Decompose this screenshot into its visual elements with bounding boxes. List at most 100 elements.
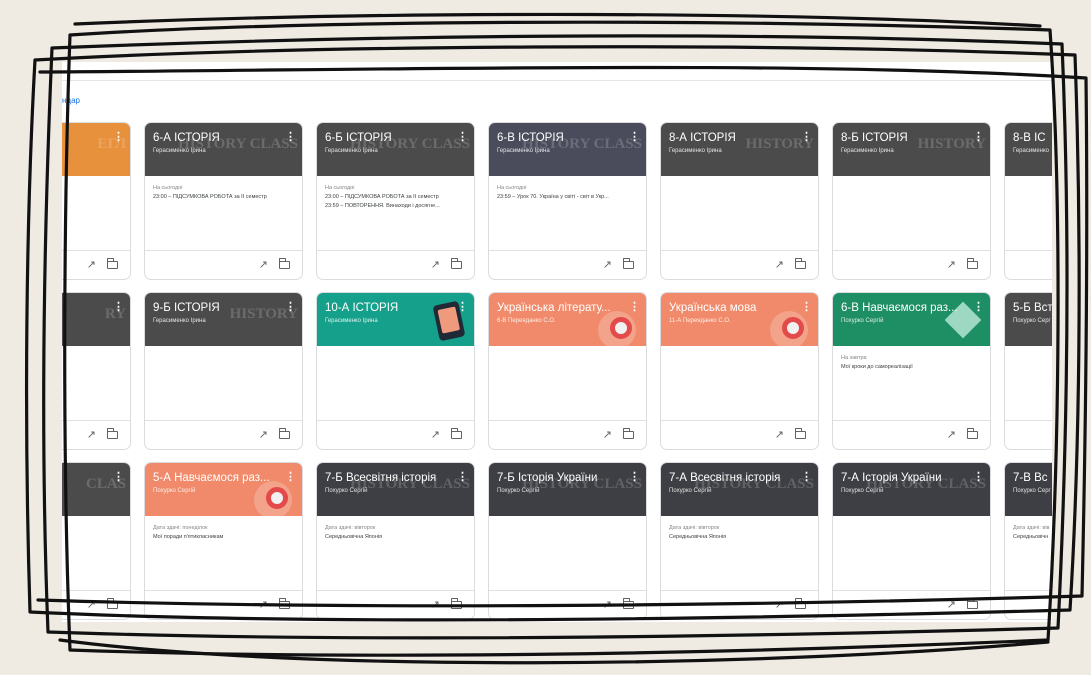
assignment-item[interactable]: Мої кроки до самореалізації — [841, 364, 986, 370]
more-options-icon[interactable]: ⋮ — [457, 130, 468, 143]
course-banner[interactable]: HISTORY 9-Б ІСТОРІЯ Герасименко Ірина ⋮ — [145, 293, 302, 346]
trending-up-icon[interactable]: ↗ — [775, 428, 784, 441]
trending-up-icon[interactable]: ↗ — [87, 428, 96, 441]
folder-icon[interactable] — [450, 598, 462, 609]
course-title[interactable]: 7-В Вс — [1013, 472, 1052, 484]
assignment-item[interactable]: 23:00 – ПІДСУМКОВА РОБОТА за II семестр — [153, 194, 298, 200]
assignment-item[interactable]: Мої поради п'ятикласникам — [153, 534, 298, 540]
trending-up-icon[interactable]: ↗ — [431, 258, 440, 271]
more-options-icon[interactable]: ⋮ — [285, 130, 296, 143]
folder-icon[interactable] — [450, 258, 462, 269]
course-card-c-5a[interactable]: 5-А Навчаємося раз... Похурко Сергій ⋮ Дата… — [144, 462, 303, 620]
folder-icon[interactable] — [278, 598, 290, 609]
course-card-c-7a-world[interactable]: HISTORY CLASS 7-А Всесвітня історія Похурк… — [660, 462, 819, 620]
course-banner[interactable]: HISTORY CLASS 7-А Всесвітня історія Похурк… — [661, 463, 818, 516]
course-card-c-10a[interactable]: 10-А ІСТОРІЯ Герасименко Ірина ⋮ ↗ — [316, 292, 475, 450]
course-title[interactable]: 6-В ІСТОРІЯ — [497, 132, 628, 144]
course-title[interactable]: 7-А Історія України — [841, 472, 972, 484]
folder-icon[interactable] — [278, 428, 290, 439]
course-banner[interactable]: 5-Б ВстуПохурко Серг⋮ — [1005, 293, 1052, 346]
course-title[interactable]: 8-В ІС — [1013, 132, 1052, 144]
trending-up-icon[interactable]: ↗ — [259, 258, 268, 271]
course-banner[interactable]: HISTORY CLASS 6-А ІСТОРІЯ Герасименко Ірин… — [145, 123, 302, 176]
course-banner[interactable]: 7-В ВсПохурко Серг⋮ — [1005, 463, 1052, 516]
course-card-c-partial-3[interactable]: CLASії⋮ ↗ — [62, 462, 131, 620]
course-title[interactable]: 6-В Навчаємося раз... — [841, 302, 972, 314]
course-title[interactable]: 5-Б Всту — [1013, 302, 1052, 314]
course-title[interactable]: Українська літерату... — [497, 302, 628, 314]
course-banner[interactable]: 5-А Навчаємося раз... Похурко Сергій ⋮ — [145, 463, 302, 516]
folder-icon[interactable] — [106, 258, 118, 269]
course-card-c-9b[interactable]: HISTORY 9-Б ІСТОРІЯ Герасименко Ірина ⋮ ↗ — [144, 292, 303, 450]
course-banner[interactable]: HISTORY CLASS 7-Б Історія України Похурко … — [489, 463, 646, 516]
more-options-icon[interactable]: ⋮ — [629, 130, 640, 143]
course-banner[interactable]: HISTORY CLASS 6-В ІСТОРІЯ Герасименко Ірин… — [489, 123, 646, 176]
more-options-icon[interactable]: ⋮ — [973, 300, 984, 313]
assignment-item[interactable]: 23:00 – ПІДСУМКОВА РОБОТА за II семестр — [325, 194, 470, 200]
course-title[interactable]: 6-А ІСТОРІЯ — [153, 132, 284, 144]
course-banner[interactable]: HISTORY CLASS 6-Б ІСТОРІЯ Герасименко Ірин… — [317, 123, 474, 176]
course-card-c-6a[interactable]: HISTORY CLASS 6-А ІСТОРІЯ Герасименко Ірин… — [144, 122, 303, 280]
course-card-c-8b[interactable]: HISTORY 8-Б ІСТОРІЯ Герасименко Ірина ⋮ ↗ — [832, 122, 991, 280]
trending-up-icon[interactable]: ↗ — [775, 598, 784, 611]
trending-up-icon[interactable]: ↗ — [431, 428, 440, 441]
course-title[interactable]: 7-А Всесвітня історія — [669, 472, 800, 484]
more-options-icon[interactable]: ⋮ — [629, 470, 640, 483]
course-title[interactable]: 8-Б ІСТОРІЯ — [841, 132, 972, 144]
course-card-c-partial-1[interactable]: ЕГЛ⋮ АТКОВА Ш... ↗ — [62, 122, 131, 280]
trending-up-icon[interactable]: ↗ — [947, 598, 956, 611]
course-title[interactable]: 6-Б ІСТОРІЯ — [325, 132, 456, 144]
assignment-item[interactable]: АТКОВА Ш... — [62, 191, 126, 197]
trending-up-icon[interactable]: ↗ — [431, 598, 440, 611]
folder-icon[interactable] — [278, 258, 290, 269]
trending-up-icon[interactable]: ↗ — [259, 598, 268, 611]
more-options-icon[interactable]: ⋮ — [113, 300, 124, 313]
trending-up-icon[interactable]: ↗ — [947, 258, 956, 271]
folder-icon[interactable] — [622, 598, 634, 609]
trending-up-icon[interactable]: ↗ — [603, 598, 612, 611]
course-title[interactable]: 5-А Навчаємося раз... — [153, 472, 284, 484]
more-options-icon[interactable]: ⋮ — [973, 470, 984, 483]
course-title[interactable]: 10-А ІСТОРІЯ — [325, 302, 456, 314]
course-title[interactable]: 8-А ІСТОРІЯ — [669, 132, 800, 144]
course-card-c-7a-ukr[interactable]: HISTORY CLASS 7-А Історія України Похурко … — [832, 462, 991, 620]
assignment-item[interactable]: 23:59 – Урок 70. Україна у світі - світ … — [497, 194, 642, 200]
more-options-icon[interactable]: ⋮ — [113, 470, 124, 483]
trending-up-icon[interactable]: ↗ — [87, 258, 96, 271]
folder-icon[interactable] — [966, 258, 978, 269]
more-options-icon[interactable]: ⋮ — [285, 470, 296, 483]
course-card-c-6b[interactable]: HISTORY CLASS 6-Б ІСТОРІЯ Герасименко Ірин… — [316, 122, 475, 280]
folder-icon[interactable] — [794, 258, 806, 269]
course-title[interactable]: Українська мова — [669, 302, 800, 314]
assignment-item[interactable]: 23:59 – ПОВТОРЕННЯ. Винаходи і досягне..… — [325, 203, 470, 209]
folder-icon[interactable] — [450, 428, 462, 439]
course-card-c-8a[interactable]: HISTORY 8-А ІСТОРІЯ Герасименко Ірина ⋮ ↗ — [660, 122, 819, 280]
course-card-c-7b-ukr[interactable]: HISTORY CLASS 7-Б Історія України Похурко … — [488, 462, 647, 620]
more-options-icon[interactable]: ⋮ — [801, 300, 812, 313]
course-title[interactable]: ії — [62, 472, 112, 484]
course-banner[interactable]: 8-В ІСГерасименко⋮ — [1005, 123, 1052, 176]
course-banner[interactable]: HISTORY CLASS 7-А Історія України Похурко … — [833, 463, 990, 516]
course-banner[interactable]: 6-В Навчаємося раз... Похурко Сергій ⋮ — [833, 293, 990, 346]
course-card-c-6v[interactable]: HISTORY CLASS 6-В ІСТОРІЯ Герасименко Ірин… — [488, 122, 647, 280]
trending-up-icon[interactable]: ↗ — [603, 428, 612, 441]
course-banner[interactable]: 10-А ІСТОРІЯ Герасименко Ірина ⋮ — [317, 293, 474, 346]
course-card-c-7v[interactable]: 7-В ВсПохурко Серг⋮Дата здачі: вівСередн… — [1004, 462, 1052, 620]
folder-icon[interactable] — [794, 598, 806, 609]
course-card-c-7b-world[interactable]: HISTORY CLASS 7-Б Всесвітня історія Похурк… — [316, 462, 475, 620]
course-card-c-ukrlit[interactable]: Українська літерату... 6-В Переяданко С.О… — [488, 292, 647, 450]
folder-icon[interactable] — [966, 428, 978, 439]
folder-icon[interactable] — [106, 598, 118, 609]
course-banner[interactable]: ЕГЛ ⋮ — [62, 123, 130, 176]
more-options-icon[interactable]: ⋮ — [457, 470, 468, 483]
course-card-c-ukrmova[interactable]: Українська мова 11-А Переяданко С.О. ⋮ ↗ — [660, 292, 819, 450]
more-options-icon[interactable]: ⋮ — [801, 130, 812, 143]
course-banner[interactable]: HISTORY CLASS 7-Б Всесвітня історія Похурк… — [317, 463, 474, 516]
course-banner[interactable]: HISTORY 8-А ІСТОРІЯ Герасименко Ірина ⋮ — [661, 123, 818, 176]
assignment-item[interactable]: Середньовічн — [1013, 534, 1052, 540]
course-card-c-5b[interactable]: 5-Б ВстуПохурко Серг⋮↗ — [1004, 292, 1052, 450]
more-options-icon[interactable]: ⋮ — [973, 130, 984, 143]
folder-icon[interactable] — [622, 258, 634, 269]
course-title[interactable]: 9-Б ІСТОРІЯ — [153, 302, 284, 314]
trending-up-icon[interactable]: ↗ — [947, 428, 956, 441]
